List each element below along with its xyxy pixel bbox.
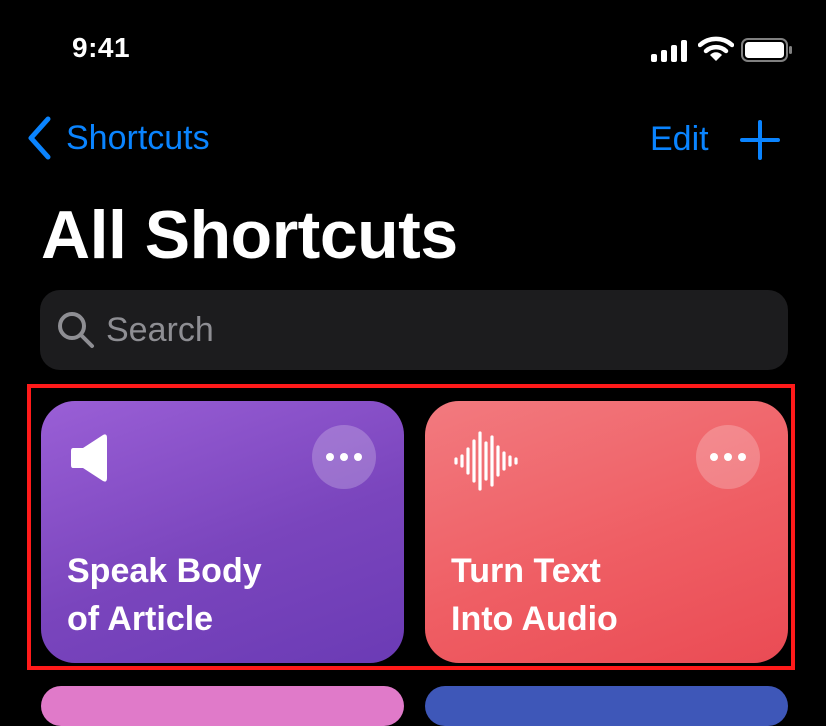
shortcut-card-speak-body-of-article[interactable]: Speak Body of Article: [41, 401, 404, 663]
shortcut-name-line-1: Turn Text: [451, 552, 601, 590]
search-input[interactable]: Search: [40, 290, 788, 370]
shortcut-card-partial[interactable]: [41, 686, 404, 726]
page-title: All Shortcuts: [41, 197, 458, 273]
shortcut-card-partial[interactable]: [425, 686, 788, 726]
back-label: Shortcuts: [66, 118, 210, 157]
search-icon: [58, 312, 94, 348]
shortcut-name: Turn Text Into Audio: [451, 547, 771, 643]
shortcut-name: Speak Body of Article: [67, 547, 387, 643]
status-time: 9:41: [72, 32, 131, 63]
search-placeholder: Search: [106, 310, 214, 349]
edit-button[interactable]: Edit: [650, 120, 709, 159]
shortcut-name-line-1: Speak Body: [67, 552, 262, 590]
shortcut-name-line-2: of Article: [67, 600, 214, 638]
cellular-signal-icon: [651, 40, 691, 62]
waveform-icon: [454, 431, 518, 491]
add-shortcut-button[interactable]: [740, 120, 780, 160]
back-button[interactable]: Shortcuts: [26, 116, 210, 160]
battery-icon: [741, 38, 792, 62]
more-options-button[interactable]: [696, 425, 760, 489]
shortcut-card-turn-text-into-audio[interactable]: Turn Text Into Audio: [425, 401, 788, 663]
speaker-icon: [71, 434, 107, 482]
shortcut-name-line-2: Into Audio: [451, 600, 618, 638]
wifi-icon: [698, 36, 734, 61]
chevron-left-icon: [28, 116, 51, 160]
more-options-button[interactable]: [312, 425, 376, 489]
